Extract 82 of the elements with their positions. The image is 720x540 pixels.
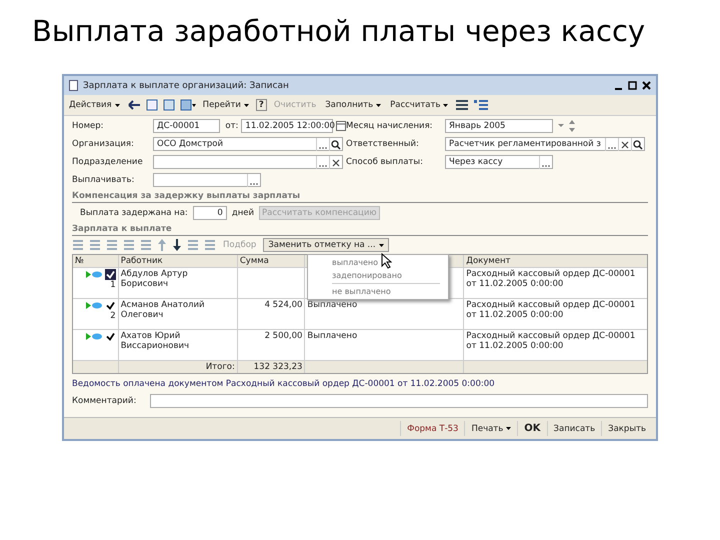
list-icon[interactable] xyxy=(455,99,470,111)
close-button[interactable]: Закрыть xyxy=(601,421,652,436)
field-label: от: xyxy=(225,121,238,131)
spin-icon[interactable] xyxy=(556,119,578,133)
month-field[interactable]: Январь 2005 xyxy=(445,119,553,133)
search-icon[interactable] xyxy=(631,138,644,150)
close-icon[interactable] xyxy=(642,81,651,90)
checkbox-icon[interactable] xyxy=(104,300,116,311)
maximize-icon[interactable] xyxy=(628,81,637,90)
input-field[interactable] xyxy=(153,173,261,187)
field-label: дней xyxy=(232,208,254,218)
slide-title: Выплата заработной платы через кассу xyxy=(31,13,646,50)
section-heading: Компенсация за задержку выплаты зарплаты xyxy=(72,191,648,203)
field-label: Месяц начисления: xyxy=(346,121,434,131)
row-status-icon xyxy=(84,270,103,279)
caret-icon xyxy=(378,244,384,246)
field-label: Подразделение xyxy=(72,157,144,167)
down-arrow-icon[interactable] xyxy=(172,239,182,251)
table-cell: Расходный кассовый ордер ДС-00001 от 11.02.2005 0:00:00 xyxy=(466,269,636,289)
caret-icon xyxy=(443,104,448,106)
caret-icon xyxy=(376,104,382,106)
list-icon[interactable] xyxy=(474,99,488,111)
arrow-icon[interactable] xyxy=(126,99,141,111)
table-cell: Расходный кассовый ордер ДС-00001 от 11.02.2005 0:00:00 xyxy=(466,331,636,351)
field-label: Номер: xyxy=(72,121,104,131)
table-cell: Расходный кассовый ордер ДС-00001 от 11.02.2005 0:00:00 xyxy=(466,300,636,320)
input-field[interactable]: Расчетчик регламентированной з xyxy=(445,137,645,151)
window-title: Зарплата к выплате организаций: Записан xyxy=(83,80,289,90)
help-button[interactable]: ? xyxy=(256,99,267,111)
input-field[interactable] xyxy=(153,155,343,169)
table-cell: Асманов Анатолий Олегович xyxy=(120,300,204,320)
field-label: Организация: xyxy=(72,139,135,149)
column-header: Документ xyxy=(466,256,510,266)
actions-menu[interactable]: Действия xyxy=(67,100,122,110)
input-field[interactable]: Через кассу xyxy=(445,155,553,169)
calculate-menu[interactable]: Рассчитать xyxy=(388,100,450,110)
clear-icon[interactable] xyxy=(618,138,631,150)
form-t53-button[interactable]: Форма Т-53 xyxy=(400,421,464,436)
search-icon[interactable] xyxy=(329,138,342,150)
table-cell: Выплачено xyxy=(307,331,358,341)
print-menu[interactable]: Печать xyxy=(464,421,518,436)
row-number: 2 xyxy=(110,311,116,321)
table-cell: 2 500,00 xyxy=(264,331,302,341)
checkbox-icon[interactable] xyxy=(104,269,116,280)
menu-item[interactable]: не выплачено xyxy=(308,285,448,298)
goto-menu[interactable]: Перейти xyxy=(200,100,251,110)
field-label: Выплата задержана на: xyxy=(80,208,188,218)
date-field[interactable]: 11.02.2005 12:00:00 xyxy=(241,119,334,133)
ok-button[interactable]: OK xyxy=(517,421,547,436)
table-cell: Абдулов Артур Борисович xyxy=(120,269,188,289)
total-label: Итого: xyxy=(206,362,235,372)
column-header: № xyxy=(75,256,84,266)
caret-icon xyxy=(506,427,512,430)
input-field[interactable]: ОСО Домстрой xyxy=(153,137,343,151)
field-label: Комментарий: xyxy=(72,396,138,406)
replace-mark-dropdown[interactable]: Заменить отметку на ... xyxy=(263,238,389,252)
total-value: 132 323,23 xyxy=(254,362,302,372)
checkbox-icon[interactable] xyxy=(104,331,116,342)
row-status-icon xyxy=(84,332,103,341)
field-label: Ответственный: xyxy=(346,139,420,149)
field-label: Выплачивать: xyxy=(72,175,136,185)
calendar-icon[interactable] xyxy=(336,121,346,131)
caret-icon xyxy=(244,104,249,106)
row-status-icon xyxy=(84,301,103,310)
menu-item[interactable]: задепонировано xyxy=(308,269,448,282)
clear-icon[interactable] xyxy=(329,156,342,168)
payment-note-link[interactable]: Ведомость оплачена документом Расходный кассовый ордер ДС-00001 от 11.02.2005 0:00:00 xyxy=(72,374,648,394)
comment-field[interactable] xyxy=(150,394,648,408)
days-field[interactable]: 0 xyxy=(192,206,227,220)
number-field[interactable]: ДС-00001 xyxy=(153,119,220,133)
table-cell: Выплачено xyxy=(307,300,358,310)
menu-item[interactable]: выплачено xyxy=(308,256,448,269)
column-header: Сумма xyxy=(240,256,269,266)
column-header: Работник xyxy=(120,256,163,266)
table-cell: Ахатов Юрий Виссарионович xyxy=(120,331,190,351)
field-label: Способ выплаты: xyxy=(346,157,424,167)
section-heading: Зарплата к выплате xyxy=(72,224,648,236)
table-cell: 4 524,00 xyxy=(264,300,302,310)
row-number: 1 xyxy=(110,280,116,290)
fill-menu[interactable]: Заполнить xyxy=(323,100,384,110)
caret-icon xyxy=(114,104,120,106)
save-button[interactable]: Записать xyxy=(546,421,602,436)
